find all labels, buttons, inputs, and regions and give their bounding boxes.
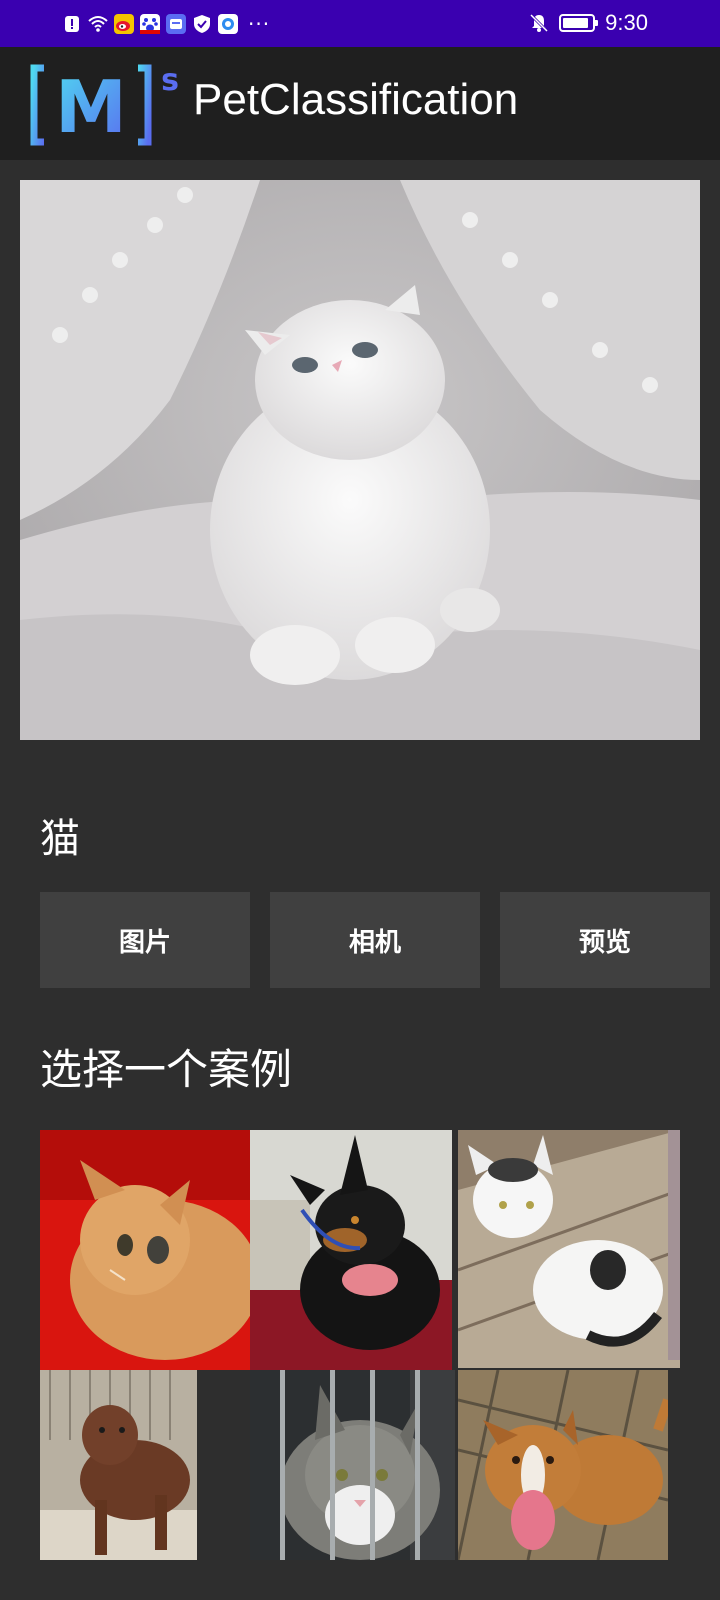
- status-bar-right: 9:30: [529, 8, 648, 38]
- selected-pet-image: [20, 180, 700, 740]
- logo-letter: M: [55, 65, 127, 146]
- mindspore-logo: M s: [30, 60, 186, 149]
- logo-superscript: s: [161, 63, 179, 98]
- app-title: PetClassification: [193, 75, 519, 124]
- app-toolbar: M s PetClassification: [0, 47, 720, 160]
- example-image-4[interactable]: [40, 1370, 197, 1560]
- baidu-icon: [140, 14, 160, 34]
- notification-icon: [62, 14, 82, 34]
- status-time: 9:30: [605, 10, 648, 35]
- browser-icon: [218, 14, 238, 34]
- camera-button[interactable]: 相机: [270, 892, 480, 988]
- preview-button[interactable]: 预览: [500, 892, 710, 988]
- classification-result: 猫: [40, 816, 80, 862]
- example-image-3[interactable]: [458, 1130, 680, 1368]
- image-button[interactable]: 图片: [40, 892, 250, 988]
- example-image-2[interactable]: [250, 1130, 452, 1370]
- status-bar-left-icons: ···: [62, 10, 270, 38]
- wifi-icon: [88, 14, 108, 34]
- status-bar: ··· 9:30: [0, 0, 720, 47]
- weibo-icon: [114, 14, 134, 34]
- app-icon: [166, 14, 186, 34]
- examples-title: 选择一个案例: [40, 1045, 293, 1094]
- battery-icon: [559, 14, 599, 32]
- shield-icon: [192, 14, 212, 34]
- example-image-1[interactable]: [40, 1130, 250, 1370]
- bell-off-icon: [529, 13, 549, 33]
- more-notifications-icon: ···: [248, 12, 271, 36]
- battery-fill: [563, 18, 589, 28]
- example-image-6[interactable]: [458, 1370, 668, 1560]
- example-image-5[interactable]: [250, 1370, 455, 1560]
